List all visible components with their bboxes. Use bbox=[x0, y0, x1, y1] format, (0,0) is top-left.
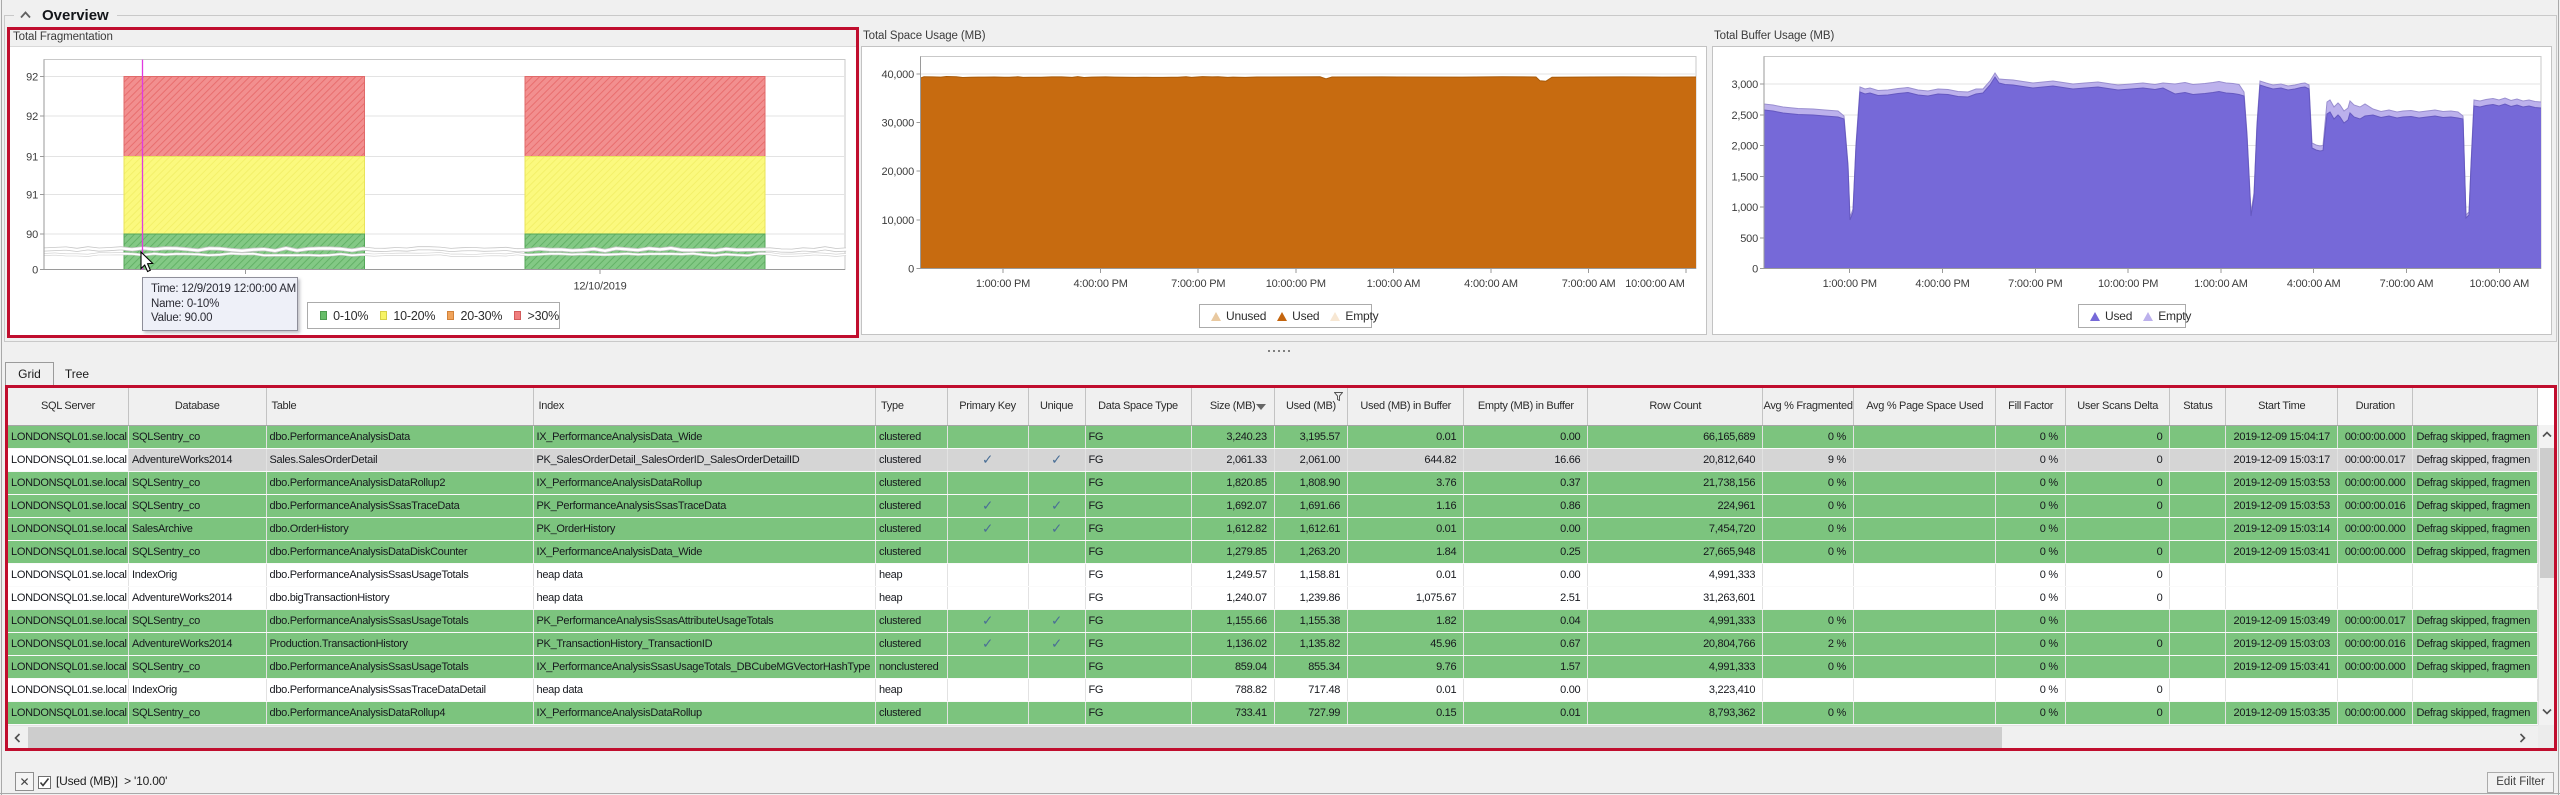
svg-text:7:00:00 PM: 7:00:00 PM bbox=[2008, 278, 2062, 290]
svg-text:92: 92 bbox=[26, 111, 38, 123]
svg-text:0: 0 bbox=[908, 264, 914, 276]
svg-text:92: 92 bbox=[26, 71, 38, 83]
svg-text:2,000: 2,000 bbox=[1731, 141, 1758, 153]
svg-text:30,000: 30,000 bbox=[882, 118, 915, 130]
svg-text:1:00:00 AM: 1:00:00 AM bbox=[2194, 278, 2248, 290]
svg-text:1:00:00 PM: 1:00:00 PM bbox=[1823, 278, 1877, 290]
svg-text:1:00:00 AM: 1:00:00 AM bbox=[1367, 278, 1421, 290]
svg-text:91: 91 bbox=[26, 190, 38, 202]
svg-text:4:00:00 AM: 4:00:00 AM bbox=[1464, 278, 1518, 290]
svg-text:0: 0 bbox=[32, 265, 38, 277]
svg-text:10,000: 10,000 bbox=[882, 215, 915, 227]
svg-text:0: 0 bbox=[1752, 264, 1758, 276]
svg-text:7:00:00 AM: 7:00:00 AM bbox=[1562, 278, 1616, 290]
svg-text:10:00:00 AM: 10:00:00 AM bbox=[2470, 278, 2530, 290]
svg-text:91: 91 bbox=[26, 152, 38, 164]
svg-text:500: 500 bbox=[1740, 233, 1758, 245]
svg-text:4:00:00 AM: 4:00:00 AM bbox=[2287, 278, 2341, 290]
svg-text:3,000: 3,000 bbox=[1731, 79, 1758, 91]
svg-text:90: 90 bbox=[26, 229, 38, 241]
svg-text:1,000: 1,000 bbox=[1731, 202, 1758, 214]
svg-text:10:00:00 PM: 10:00:00 PM bbox=[1266, 278, 1326, 290]
svg-text:2,500: 2,500 bbox=[1731, 110, 1758, 122]
svg-text:12/10/2019: 12/10/2019 bbox=[573, 281, 626, 293]
svg-text:10:00:00 AM: 10:00:00 AM bbox=[1625, 278, 1685, 290]
svg-text:40,000: 40,000 bbox=[882, 69, 915, 81]
svg-text:7:00:00 PM: 7:00:00 PM bbox=[1171, 278, 1225, 290]
svg-text:4:00:00 PM: 4:00:00 PM bbox=[1073, 278, 1127, 290]
svg-text:7:00:00 AM: 7:00:00 AM bbox=[2380, 278, 2434, 290]
svg-text:10:00:00 PM: 10:00:00 PM bbox=[2098, 278, 2158, 290]
svg-text:1,500: 1,500 bbox=[1731, 171, 1758, 183]
svg-text:1:00:00 PM: 1:00:00 PM bbox=[976, 278, 1030, 290]
svg-text:20,000: 20,000 bbox=[882, 166, 915, 178]
svg-text:4:00:00 PM: 4:00:00 PM bbox=[1915, 278, 1969, 290]
